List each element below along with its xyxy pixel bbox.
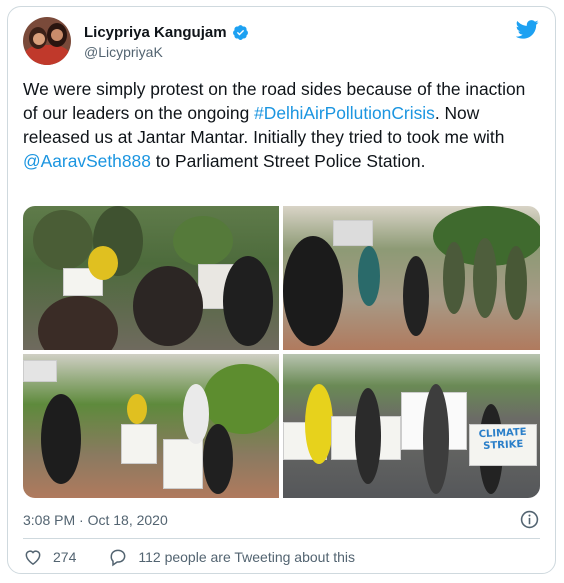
avatar[interactable] [23,17,71,65]
mention-link[interactable]: @AaravSeth888 [23,151,151,171]
tweet-text: We were simply protest on the road sides… [23,77,543,173]
verified-badge-icon [232,25,248,40]
like-button[interactable]: 274 [23,547,76,567]
media-grid: CLIMATE STRIKE [23,206,540,498]
photo-4[interactable]: CLIMATE STRIKE [283,354,540,498]
photo-1[interactable] [23,206,279,350]
heart-icon [25,550,41,565]
info-icon[interactable] [520,510,539,529]
author-handle[interactable]: @LicypriyaK [84,44,163,60]
divider [23,538,540,539]
speech-bubble-icon [110,549,126,567]
conversation-text: 112 people are Tweeting about this [138,549,356,565]
tweet-card[interactable]: Licypriya Kangujam @LicypriyaK We were s… [7,6,556,574]
hashtag-link[interactable]: #DelhiAirPollutionCrisis [254,103,435,123]
tweet-text-part-3: to Parliament Street Police Station. [150,151,426,171]
photo-3[interactable] [23,354,279,498]
climate-strike-sign-text: CLIMATE STRIKE [478,426,527,453]
photo-2[interactable] [283,206,540,350]
tweet-actions: 274 112 people are Tweeting about this [23,547,355,567]
author-name-row[interactable]: Licypriya Kangujam [84,24,249,41]
like-count: 274 [53,549,77,565]
tweet-timestamp[interactable]: 3:08 PM · Oct 18, 2020 [23,512,168,528]
twitter-bird-icon[interactable] [516,20,539,39]
conversation-link[interactable]: 112 people are Tweeting about this [108,547,355,567]
author-display-name[interactable]: Licypriya Kangujam [84,24,227,41]
